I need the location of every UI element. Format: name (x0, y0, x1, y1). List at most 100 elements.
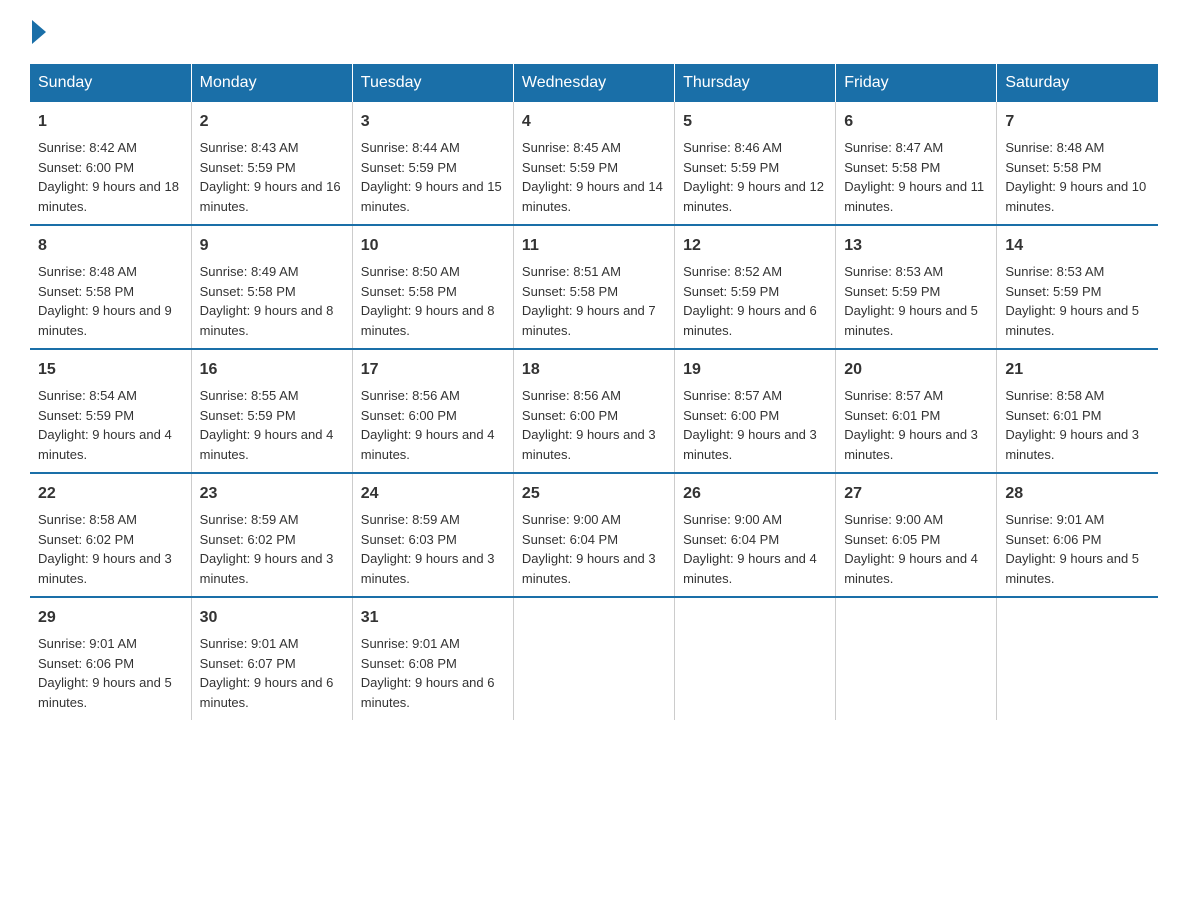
calendar-cell: 30Sunrise: 9:01 AMSunset: 6:07 PMDayligh… (191, 597, 352, 720)
calendar-cell: 17Sunrise: 8:56 AMSunset: 6:00 PMDayligh… (352, 349, 513, 473)
sunset-text: Sunset: 6:06 PM (38, 656, 134, 671)
day-number: 29 (38, 606, 183, 630)
sunrise-text: Sunrise: 8:53 AM (844, 264, 943, 279)
daylight-text: Daylight: 9 hours and 5 minutes. (844, 303, 978, 338)
column-header-thursday: Thursday (675, 64, 836, 102)
daylight-text: Daylight: 9 hours and 18 minutes. (38, 179, 179, 214)
daylight-text: Daylight: 9 hours and 6 minutes. (361, 675, 495, 710)
calendar-week-row: 29 Sunrise: 9:01 AM Sunset: 6:06 PM Dayligh… (30, 597, 1158, 720)
day-number: 22 (38, 482, 183, 506)
sunrise-text: Sunrise: 9:01 AM (200, 636, 299, 651)
sunrise-text: Sunrise: 8:58 AM (1005, 388, 1104, 403)
sunset-text: Sunset: 5:58 PM (522, 284, 618, 299)
day-number: 21 (1005, 358, 1150, 382)
daylight-text: Daylight: 9 hours and 3 minutes. (38, 551, 172, 586)
sunrise-text: Sunrise: 8:59 AM (361, 512, 460, 527)
calendar-cell: 29 Sunrise: 9:01 AM Sunset: 6:06 PM Dayligh… (30, 597, 191, 720)
day-number: 25 (522, 482, 666, 506)
sunset-text: Sunset: 5:59 PM (683, 160, 779, 175)
sunrise-text: Sunrise: 8:48 AM (1005, 140, 1104, 155)
day-number: 19 (683, 358, 827, 382)
column-header-tuesday: Tuesday (352, 64, 513, 102)
day-number: 17 (361, 358, 505, 382)
calendar-cell: 8Sunrise: 8:48 AMSunset: 5:58 PMDaylight… (30, 225, 191, 349)
daylight-text: Daylight: 9 hours and 3 minutes. (522, 551, 656, 586)
calendar-week-row: 22Sunrise: 8:58 AMSunset: 6:02 PMDayligh… (30, 473, 1158, 597)
sunrise-text: Sunrise: 8:56 AM (361, 388, 460, 403)
daylight-text: Daylight: 9 hours and 5 minutes. (1005, 551, 1139, 586)
sunrise-text: Sunrise: 8:44 AM (361, 140, 460, 155)
day-number: 27 (844, 482, 988, 506)
calendar-week-row: 15Sunrise: 8:54 AMSunset: 5:59 PMDayligh… (30, 349, 1158, 473)
day-number: 10 (361, 234, 505, 258)
sunrise-text: Sunrise: 8:57 AM (683, 388, 782, 403)
calendar-cell: 26Sunrise: 9:00 AMSunset: 6:04 PMDayligh… (675, 473, 836, 597)
daylight-text: Daylight: 9 hours and 3 minutes. (522, 427, 656, 462)
sunrise-text: Sunrise: 8:55 AM (200, 388, 299, 403)
calendar-cell: 1Sunrise: 8:42 AMSunset: 6:00 PMDaylight… (30, 102, 191, 225)
calendar-cell: 3Sunrise: 8:44 AMSunset: 5:59 PMDaylight… (352, 102, 513, 225)
sunrise-text: Sunrise: 8:48 AM (38, 264, 137, 279)
calendar-cell: 14Sunrise: 8:53 AMSunset: 5:59 PMDayligh… (997, 225, 1158, 349)
calendar-cell: 12Sunrise: 8:52 AMSunset: 5:59 PMDayligh… (675, 225, 836, 349)
day-number: 9 (200, 234, 344, 258)
sunset-text: Sunset: 5:59 PM (361, 160, 457, 175)
calendar-cell: 5Sunrise: 8:46 AMSunset: 5:59 PMDaylight… (675, 102, 836, 225)
sunset-text: Sunset: 5:59 PM (1005, 284, 1101, 299)
calendar-cell: 27Sunrise: 9:00 AMSunset: 6:05 PMDayligh… (836, 473, 997, 597)
daylight-text: Daylight: 9 hours and 14 minutes. (522, 179, 663, 214)
sunrise-text: Sunrise: 9:01 AM (361, 636, 460, 651)
daylight-text: Daylight: 9 hours and 4 minutes. (844, 551, 978, 586)
calendar-cell: 15Sunrise: 8:54 AMSunset: 5:59 PMDayligh… (30, 349, 191, 473)
day-number: 6 (844, 110, 988, 134)
sunset-text: Sunset: 6:00 PM (38, 160, 134, 175)
day-number: 3 (361, 110, 505, 134)
calendar-cell: 7Sunrise: 8:48 AMSunset: 5:58 PMDaylight… (997, 102, 1158, 225)
sunset-text: Sunset: 6:00 PM (522, 408, 618, 423)
daylight-text: Daylight: 9 hours and 3 minutes. (200, 551, 334, 586)
sunrise-text: Sunrise: 8:57 AM (844, 388, 943, 403)
daylight-text: Daylight: 9 hours and 4 minutes. (200, 427, 334, 462)
day-number: 30 (200, 606, 344, 630)
sunrise-text: Sunrise: 9:01 AM (38, 636, 137, 651)
daylight-text: Daylight: 9 hours and 10 minutes. (1005, 179, 1146, 214)
logo (30, 20, 50, 44)
sunrise-text: Sunrise: 8:47 AM (844, 140, 943, 155)
calendar-cell (513, 597, 674, 720)
day-number: 5 (683, 110, 827, 134)
column-header-saturday: Saturday (997, 64, 1158, 102)
sunset-text: Sunset: 6:01 PM (844, 408, 940, 423)
day-number: 4 (522, 110, 666, 134)
calendar-cell: 25Sunrise: 9:00 AMSunset: 6:04 PMDayligh… (513, 473, 674, 597)
sunrise-text: Sunrise: 8:43 AM (200, 140, 299, 155)
calendar-cell: 31 Sunrise: 9:01 AM Sunset: 6:08 PM Dayligh… (352, 597, 513, 720)
sunset-text: Sunset: 5:59 PM (200, 408, 296, 423)
column-header-monday: Monday (191, 64, 352, 102)
day-number: 14 (1005, 234, 1150, 258)
day-number: 31 (361, 606, 505, 630)
day-number: 7 (1005, 110, 1150, 134)
daylight-text: Daylight: 9 hours and 5 minutes. (38, 675, 172, 710)
calendar-week-row: 8Sunrise: 8:48 AMSunset: 5:58 PMDaylight… (30, 225, 1158, 349)
day-number: 26 (683, 482, 827, 506)
column-header-friday: Friday (836, 64, 997, 102)
daylight-text: Daylight: 9 hours and 8 minutes. (200, 303, 334, 338)
daylight-text: Daylight: 9 hours and 6 minutes. (683, 303, 817, 338)
calendar-cell: 9Sunrise: 8:49 AMSunset: 5:58 PMDaylight… (191, 225, 352, 349)
sunset-text: Sunset: 6:00 PM (683, 408, 779, 423)
page-header (30, 20, 1158, 44)
calendar-table: SundayMondayTuesdayWednesdayThursdayFrid… (30, 64, 1158, 720)
sunrise-text: Sunrise: 8:54 AM (38, 388, 137, 403)
column-header-sunday: Sunday (30, 64, 191, 102)
sunset-text: Sunset: 6:08 PM (361, 656, 457, 671)
daylight-text: Daylight: 9 hours and 4 minutes. (38, 427, 172, 462)
sunset-text: Sunset: 6:06 PM (1005, 532, 1101, 547)
day-number: 11 (522, 234, 666, 258)
sunset-text: Sunset: 6:05 PM (844, 532, 940, 547)
calendar-cell: 19Sunrise: 8:57 AMSunset: 6:00 PMDayligh… (675, 349, 836, 473)
calendar-cell (675, 597, 836, 720)
day-number: 18 (522, 358, 666, 382)
daylight-text: Daylight: 9 hours and 7 minutes. (522, 303, 656, 338)
sunset-text: Sunset: 5:59 PM (844, 284, 940, 299)
sunset-text: Sunset: 6:02 PM (200, 532, 296, 547)
